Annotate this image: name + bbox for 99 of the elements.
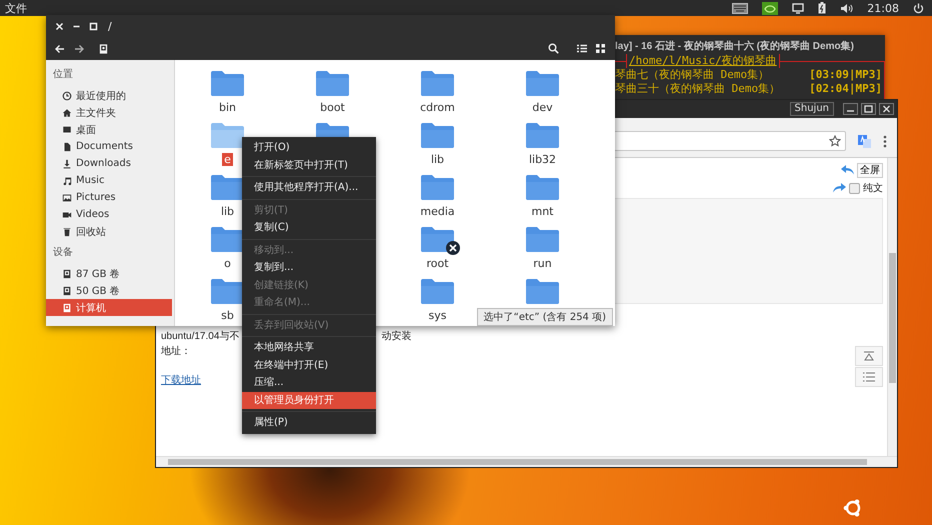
folder-icon[interactable] bbox=[211, 122, 244, 148]
list-view-icon[interactable] bbox=[577, 44, 587, 53]
battery-icon[interactable] bbox=[818, 2, 826, 14]
menu-item[interactable]: 打开(O) bbox=[242, 139, 376, 156]
folder-path: /home/l/Music/夜的钢琴曲 bbox=[626, 54, 780, 68]
drive-icon bbox=[62, 286, 72, 296]
translate-icon[interactable] bbox=[858, 135, 871, 148]
sidebar-item[interactable]: 87 GB 卷 bbox=[46, 265, 174, 282]
folder-name[interactable]: bin bbox=[216, 101, 238, 114]
drive-icon bbox=[62, 302, 72, 312]
drive-icon bbox=[62, 268, 72, 278]
desktop-icon bbox=[62, 124, 72, 134]
undo-arrow-icon[interactable] bbox=[841, 165, 854, 175]
picture-icon bbox=[62, 192, 72, 202]
menu-item[interactable]: 属性(P) bbox=[242, 414, 376, 432]
scroll-top-icon[interactable] bbox=[855, 346, 883, 366]
download-link[interactable]: 下载地址 bbox=[161, 375, 201, 386]
menu-item[interactable]: 使用其他程序打开(A)... bbox=[242, 179, 376, 196]
track-duration: [02:04|MP3] bbox=[809, 82, 882, 96]
power-icon[interactable] bbox=[913, 2, 924, 14]
folder-name[interactable]: lib bbox=[428, 153, 446, 166]
folder-name[interactable]: cdrom bbox=[418, 101, 457, 114]
sidebar-heading: 设备 bbox=[52, 246, 74, 260]
sidebar-item[interactable]: Videos bbox=[46, 206, 174, 223]
folder-name[interactable]: run bbox=[531, 257, 554, 270]
track-title[interactable]: 琴曲三十（夜的钢琴曲 Demo集） bbox=[615, 82, 780, 96]
folder-name[interactable]: e bbox=[222, 153, 233, 166]
menu-item[interactable]: 复制(C) bbox=[242, 219, 376, 236]
track-duration: [03:09|MP3] bbox=[809, 68, 882, 82]
folder-name[interactable]: sys bbox=[426, 309, 448, 322]
menu-item[interactable]: 复制到... bbox=[242, 259, 376, 276]
folder-name[interactable]: lib bbox=[218, 205, 236, 218]
document-icon bbox=[62, 142, 72, 152]
forward-arrow-icon[interactable] bbox=[74, 44, 85, 54]
sidebar-item[interactable]: Documents bbox=[46, 138, 174, 155]
display-icon[interactable] bbox=[792, 2, 804, 14]
fullscreen-button[interactable]: 全屏 bbox=[857, 162, 883, 178]
status-bar: 选中了“etc” (含有 254 项) bbox=[476, 308, 613, 326]
folder-name[interactable]: boot bbox=[318, 101, 347, 114]
window-title: lay] - 16 石进 - 夜的钢琴曲十六 (夜的钢琴曲 Demo集) bbox=[615, 39, 854, 53]
drive-icon[interactable] bbox=[98, 42, 109, 54]
sidebar-heading: 位置 bbox=[52, 68, 74, 82]
folder-name[interactable]: lib32 bbox=[526, 153, 558, 166]
plain-text-label: 纯文 bbox=[863, 182, 883, 195]
menu-item[interactable]: 本地网络共享 bbox=[242, 339, 376, 356]
folder-icon[interactable] bbox=[421, 226, 461, 256]
menu-icon[interactable] bbox=[883, 135, 887, 148]
folder-name[interactable]: mnt bbox=[530, 205, 556, 218]
clock[interactable]: 21:08 bbox=[867, 2, 899, 14]
app-menu[interactable]: 文件 bbox=[0, 0, 27, 16]
horizontal-scrollbar[interactable] bbox=[156, 456, 897, 467]
checkbox[interactable] bbox=[849, 182, 860, 194]
track-title[interactable]: 琴曲七（夜的钢琴曲 Demo集） bbox=[615, 68, 770, 82]
close-icon[interactable] bbox=[879, 103, 894, 115]
sidebar-item[interactable]: 主文件夹 bbox=[46, 104, 174, 121]
vertical-scrollbar[interactable] bbox=[887, 158, 897, 456]
address-label: 地址： bbox=[161, 344, 191, 359]
music-note-icon bbox=[62, 176, 72, 186]
redo-arrow-icon[interactable] bbox=[833, 183, 846, 193]
article-text: 动安装 bbox=[381, 330, 412, 344]
sidebar-item[interactable]: 回收站 bbox=[46, 223, 174, 240]
folder-icon[interactable] bbox=[211, 226, 244, 252]
profile-button[interactable]: Shujun bbox=[790, 102, 834, 116]
folder-name[interactable]: dev bbox=[530, 101, 555, 114]
sidebar-item[interactable]: 最近使用的 bbox=[46, 87, 174, 104]
folder-icon[interactable] bbox=[211, 174, 244, 200]
graphics-card-icon[interactable] bbox=[762, 2, 778, 14]
video-camera-icon bbox=[62, 210, 72, 220]
keyboard-icon[interactable] bbox=[732, 2, 748, 14]
clock-icon bbox=[62, 90, 72, 100]
back-arrow-icon[interactable] bbox=[54, 44, 65, 54]
menu-item[interactable]: 在新标签页中打开(T) bbox=[242, 156, 376, 174]
maximize-icon[interactable] bbox=[861, 103, 876, 115]
trash-icon bbox=[62, 226, 72, 236]
list-icon[interactable] bbox=[855, 367, 883, 387]
folder-name[interactable]: root bbox=[424, 257, 451, 270]
grid-view-icon[interactable] bbox=[596, 44, 605, 53]
sidebar-item[interactable]: 计算机 bbox=[46, 299, 172, 316]
menu-item[interactable]: 压缩... bbox=[242, 374, 376, 392]
folder-name[interactable]: o bbox=[222, 257, 233, 270]
sidebar-item[interactable]: 桌面 bbox=[46, 121, 174, 138]
window-title: / bbox=[108, 20, 112, 32]
sidebar-item[interactable]: Pictures bbox=[46, 189, 174, 206]
article-text: ubuntu/17.04与不 bbox=[161, 330, 240, 344]
sidebar-item[interactable]: Music bbox=[46, 172, 174, 189]
circle-of-friends-logo-icon bbox=[843, 498, 863, 518]
minimize-icon[interactable] bbox=[843, 103, 858, 115]
menu-item[interactable]: 在终端中打开(E) bbox=[242, 356, 376, 374]
sidebar-item[interactable]: 50 GB 卷 bbox=[46, 282, 174, 299]
search-icon[interactable] bbox=[548, 43, 559, 54]
sidebar-item[interactable]: Downloads bbox=[46, 155, 174, 172]
volume-icon[interactable] bbox=[840, 2, 854, 14]
home-icon bbox=[62, 108, 72, 118]
bookmark-star-icon[interactable] bbox=[829, 135, 841, 147]
download-icon bbox=[62, 158, 72, 168]
folder-icon[interactable] bbox=[211, 278, 244, 304]
menu-item[interactable]: 以管理员身份打开 bbox=[242, 392, 376, 409]
folder-name[interactable]: media bbox=[418, 205, 457, 218]
folder-name[interactable]: sb bbox=[219, 309, 236, 322]
